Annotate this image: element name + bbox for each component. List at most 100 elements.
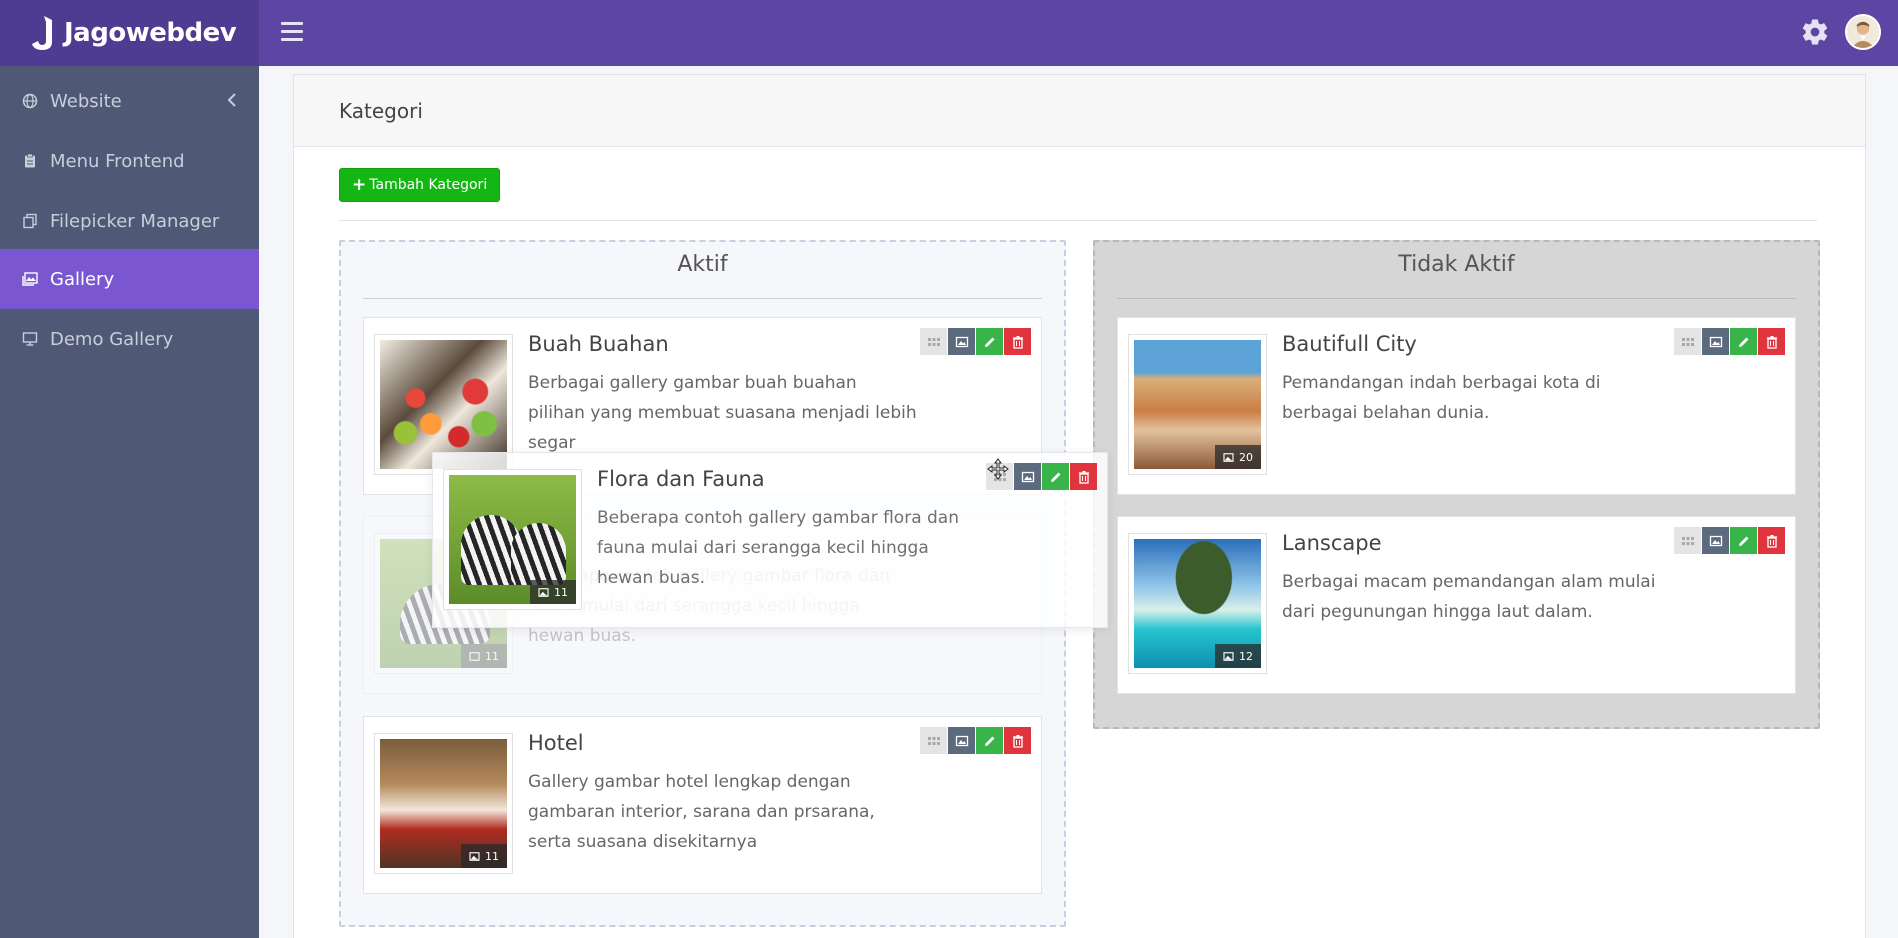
globe-icon bbox=[22, 93, 38, 109]
image-icon bbox=[1709, 336, 1722, 347]
sidebar-item-label: Menu Frontend bbox=[50, 150, 185, 172]
category-thumbnail[interactable]: 12 bbox=[1128, 533, 1267, 674]
brand[interactable]: Jagowebdev bbox=[0, 0, 259, 66]
user-avatar-icon bbox=[1847, 16, 1879, 48]
menu-toggle-icon[interactable] bbox=[281, 22, 303, 42]
delete-button[interactable] bbox=[1070, 463, 1097, 490]
image-icon bbox=[1223, 651, 1234, 661]
pencil-icon bbox=[984, 337, 994, 347]
category-title: Hotel bbox=[528, 731, 584, 755]
category-item-lanscape[interactable]: 12 Lanscape Berbagai macam pemandangan a… bbox=[1117, 516, 1796, 694]
category-thumbnail[interactable]: 20 bbox=[1128, 334, 1267, 475]
add-category-label: Tambah Kategori bbox=[369, 177, 488, 193]
sidebar-item-website[interactable]: Website bbox=[0, 71, 259, 131]
image-icon bbox=[469, 651, 480, 661]
drag-handle-icon[interactable] bbox=[1674, 527, 1701, 554]
image-icon bbox=[538, 587, 549, 597]
lanscape-image: 12 bbox=[1134, 539, 1261, 668]
gear-icon[interactable] bbox=[1800, 17, 1830, 47]
brand-logo-icon bbox=[32, 16, 52, 50]
image-icon bbox=[1709, 535, 1722, 546]
category-actions bbox=[920, 727, 1031, 754]
hotel-image: 11 bbox=[380, 739, 507, 868]
drag-handle-icon[interactable] bbox=[920, 328, 947, 355]
sidebar-item-menu-frontend[interactable]: Menu Frontend bbox=[0, 131, 259, 191]
category-description: Berbagai gallery gambar buah buahan pili… bbox=[528, 373, 917, 453]
category-title: Lanscape bbox=[1282, 531, 1382, 555]
category-title: Buah Buahan bbox=[528, 332, 669, 356]
brand-name: Jagowebdev bbox=[64, 18, 237, 48]
category-actions bbox=[1674, 328, 1785, 355]
sidebar-item-label: Filepicker Manager bbox=[50, 210, 220, 232]
category-actions bbox=[920, 328, 1031, 355]
pencil-icon bbox=[1738, 337, 1748, 347]
monitor-icon bbox=[22, 332, 38, 346]
sidebar-item-label: Website bbox=[50, 90, 122, 112]
gallery-images-button[interactable] bbox=[948, 328, 975, 355]
active-column-title: Aktif bbox=[363, 252, 1042, 299]
zebra-image: 11 bbox=[449, 475, 576, 604]
gallery-images-button[interactable] bbox=[1014, 463, 1041, 490]
move-cursor-icon bbox=[987, 458, 1009, 480]
gallery-images-button[interactable] bbox=[948, 727, 975, 754]
pencil-icon bbox=[984, 736, 994, 746]
trash-icon bbox=[1012, 335, 1023, 349]
category-description: Gallery gambar hotel lengkap dengan gamb… bbox=[528, 772, 875, 852]
sidebar-item-gallery[interactable]: Gallery bbox=[0, 249, 259, 309]
image-icon bbox=[1021, 471, 1034, 482]
edit-button[interactable] bbox=[976, 727, 1003, 754]
image-icon bbox=[955, 735, 968, 746]
edit-button[interactable] bbox=[976, 328, 1003, 355]
category-item-hotel[interactable]: 11 Hotel Gallery gambar hotel lengkap de… bbox=[363, 716, 1042, 894]
add-category-button[interactable]: + Tambah Kategori bbox=[339, 168, 501, 202]
edit-button[interactable] bbox=[1730, 328, 1757, 355]
delete-button[interactable] bbox=[1758, 527, 1785, 554]
category-thumbnail[interactable]: 11 bbox=[443, 469, 582, 610]
drag-handle-icon[interactable] bbox=[1674, 328, 1701, 355]
image-count-badge: 12 bbox=[1215, 644, 1261, 668]
image-count-badge: 11 bbox=[461, 644, 507, 668]
divider bbox=[339, 220, 1817, 221]
category-actions bbox=[1674, 527, 1785, 554]
gallery-images-button[interactable] bbox=[1702, 527, 1729, 554]
drag-handle-icon[interactable] bbox=[920, 727, 947, 754]
plus-icon: + bbox=[352, 175, 367, 195]
image-count-badge: 11 bbox=[530, 580, 576, 604]
delete-button[interactable] bbox=[1004, 328, 1031, 355]
pencil-icon bbox=[1738, 536, 1748, 546]
category-description: Pemandangan indah berbagai kota di berba… bbox=[1282, 373, 1601, 423]
clipboard-icon bbox=[25, 153, 35, 168]
edit-button[interactable] bbox=[1730, 527, 1757, 554]
trash-icon bbox=[1766, 534, 1777, 548]
category-title: Bautifull City bbox=[1282, 332, 1417, 356]
sidebar-item-filepicker-manager[interactable]: Filepicker Manager bbox=[0, 191, 259, 251]
city-image: 20 bbox=[1134, 340, 1261, 469]
avatar[interactable] bbox=[1845, 14, 1881, 50]
category-description: Berbagai macam pemandangan alam mulai da… bbox=[1282, 572, 1656, 622]
pencil-icon bbox=[1050, 472, 1060, 482]
image-icon bbox=[1223, 452, 1234, 462]
category-description: Beberapa contoh gallery gambar flora dan… bbox=[597, 508, 959, 588]
delete-button[interactable] bbox=[1004, 727, 1031, 754]
sidebar: Website Menu Frontend Filepicker Manager… bbox=[0, 66, 259, 938]
fruit-image bbox=[380, 340, 507, 469]
chevron-left-icon[interactable] bbox=[227, 93, 237, 107]
inactive-column-title: Tidak Aktif bbox=[1117, 252, 1796, 299]
gallery-images-button[interactable] bbox=[1702, 328, 1729, 355]
sidebar-item-label: Gallery bbox=[50, 268, 115, 290]
sidebar-item-demo-gallery[interactable]: Demo Gallery bbox=[0, 309, 259, 369]
delete-button[interactable] bbox=[1758, 328, 1785, 355]
sidebar-item-label: Demo Gallery bbox=[50, 328, 174, 350]
image-icon bbox=[955, 336, 968, 347]
category-title: Flora dan Fauna bbox=[597, 467, 765, 491]
inactive-column[interactable]: Tidak Aktif 20 Bautifull City Pemandanga… bbox=[1093, 240, 1820, 729]
image-count-badge: 11 bbox=[461, 844, 507, 868]
edit-button[interactable] bbox=[1042, 463, 1069, 490]
trash-icon bbox=[1078, 470, 1089, 484]
gallery-icon bbox=[22, 272, 38, 286]
page-title: Kategori bbox=[294, 75, 1865, 147]
category-thumbnail[interactable]: 11 bbox=[374, 733, 513, 874]
trash-icon bbox=[1766, 335, 1777, 349]
top-header: Jagowebdev bbox=[0, 0, 1898, 66]
category-item-bautifull-city[interactable]: 20 Bautifull City Pemandangan indah berb… bbox=[1117, 317, 1796, 495]
